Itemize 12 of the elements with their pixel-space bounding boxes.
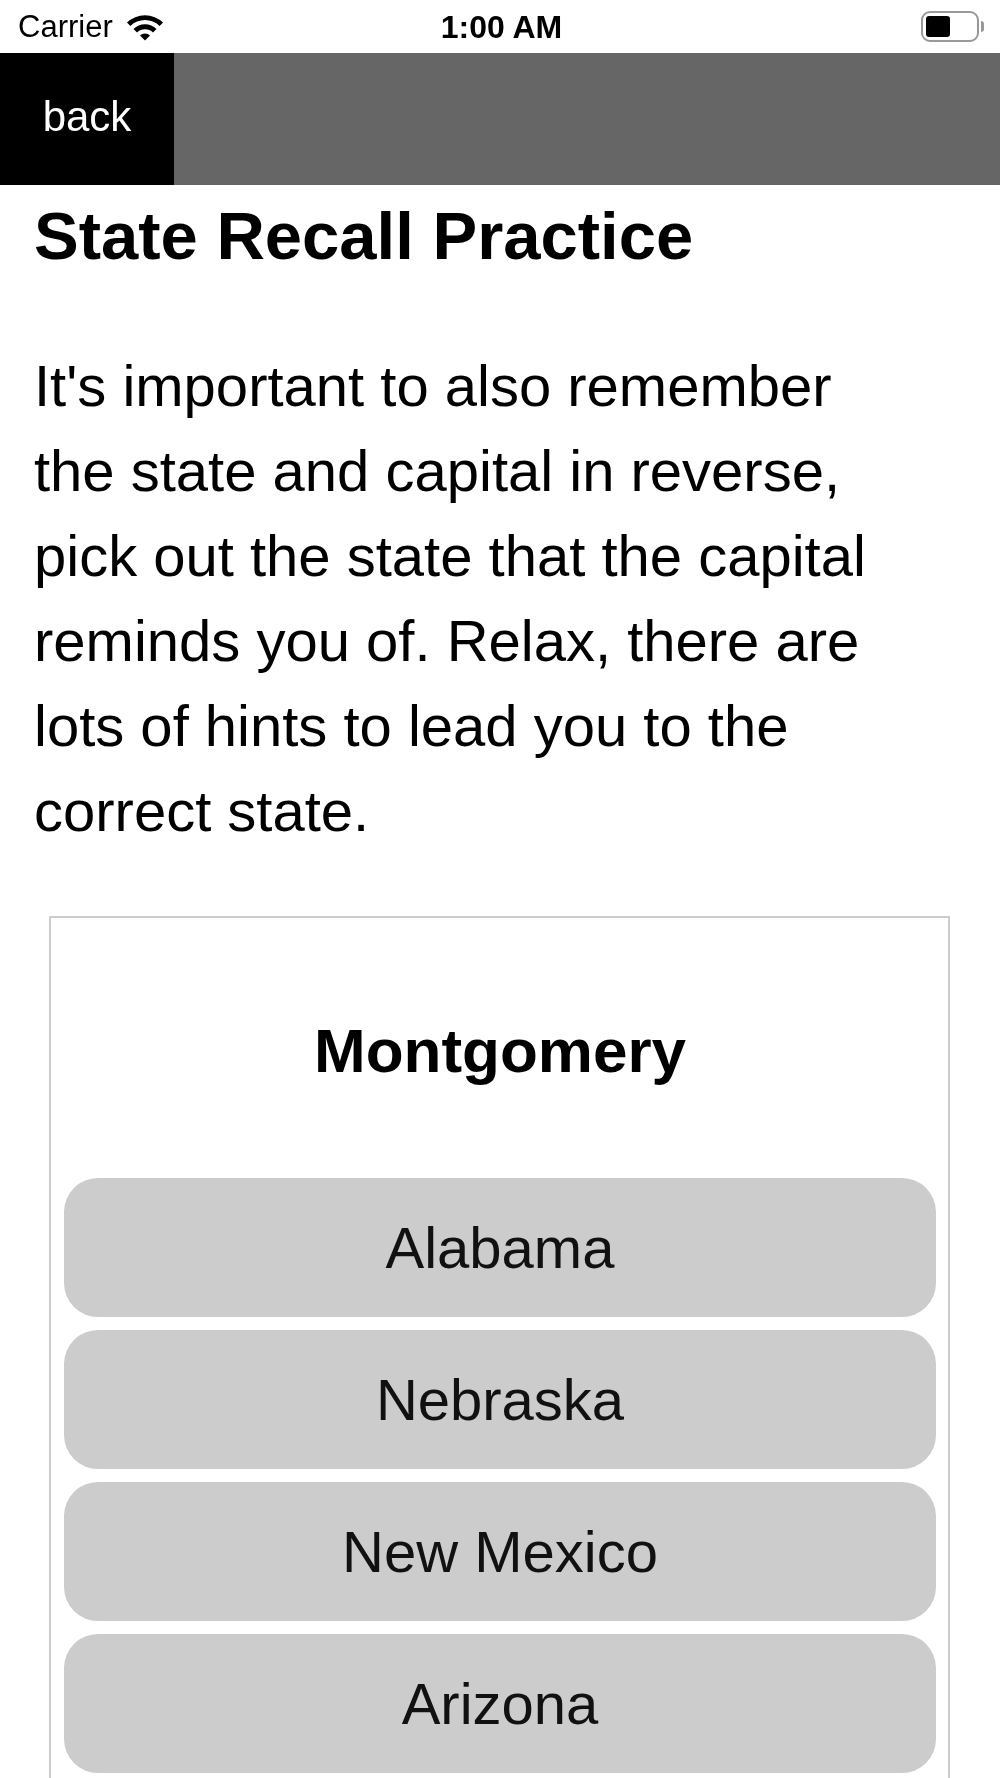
wifi-icon — [124, 12, 165, 41]
answer-option-button[interactable]: Alabama — [64, 1178, 936, 1317]
page-title: State Recall Practice — [34, 198, 695, 274]
answer-option-button[interactable]: New Mexico — [64, 1482, 936, 1621]
back-button[interactable]: back — [0, 53, 174, 185]
answer-option-button[interactable]: Nebraska — [64, 1330, 936, 1469]
instructions-text: It's important to also remember the state and capital in reverse, pick out the state that the capital reminds you of. Relax, there are lots of hints to lead you to the correct state. — [34, 352, 867, 845]
answer-option-button[interactable]: Arizona — [64, 1634, 936, 1773]
battery-icon — [921, 11, 985, 42]
capital-prompt: Montgomery — [313, 1015, 687, 1087]
carrier-label: Carrier — [18, 8, 113, 45]
status-time: 1:00 AM — [440, 8, 563, 45]
